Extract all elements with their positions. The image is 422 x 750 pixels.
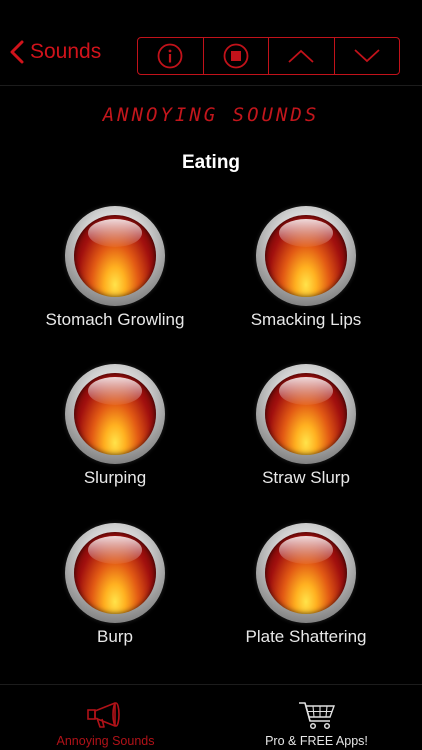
sound-button-stomach-growling[interactable]: Stomach Growling: [25, 206, 205, 330]
next-button[interactable]: [335, 38, 400, 74]
tab-label: Annoying Sounds: [56, 734, 155, 748]
orb-button[interactable]: [256, 206, 356, 306]
sound-button-burp[interactable]: Burp: [25, 523, 205, 647]
sound-label: Burp: [97, 627, 133, 646]
stop-button[interactable]: [204, 38, 269, 74]
navigation-bar: Sounds: [0, 0, 422, 86]
sound-label: Stomach Growling: [45, 310, 185, 329]
info-button[interactable]: [138, 38, 204, 74]
stop-icon: [223, 43, 249, 69]
chevron-down-icon: [354, 49, 380, 63]
tab-pro-free-apps[interactable]: Pro & FREE Apps!: [211, 685, 422, 750]
brand-title: ANNOYING SOUNDS: [102, 104, 320, 126]
sound-button-smacking-lips[interactable]: Smacking Lips: [216, 206, 396, 330]
back-label: Sounds: [30, 40, 102, 63]
sound-button-plate-shattering[interactable]: Plate Shattering: [216, 523, 396, 647]
back-button[interactable]: Sounds: [10, 40, 101, 64]
sound-button-slurping[interactable]: Slurping: [25, 364, 205, 488]
sound-button-straw-slurp[interactable]: Straw Slurp: [216, 364, 396, 488]
info-icon: [157, 43, 183, 69]
chevron-up-icon: [288, 49, 314, 63]
sound-label: Straw Slurp: [262, 468, 350, 487]
orb-button[interactable]: [65, 364, 165, 464]
category-title: Eating: [181, 152, 241, 173]
orb-button[interactable]: [65, 523, 165, 623]
sound-label: Plate Shattering: [245, 627, 367, 646]
tab-annoying-sounds[interactable]: Annoying Sounds: [0, 685, 211, 750]
sound-label: Smacking Lips: [250, 310, 362, 329]
sound-label: Slurping: [83, 468, 147, 487]
chevron-left-icon: [10, 40, 24, 64]
playback-segmented-control: [137, 37, 400, 75]
cart-icon: [298, 702, 335, 730]
orb-button[interactable]: [256, 364, 356, 464]
megaphone-icon: [86, 702, 120, 728]
orb-button[interactable]: [256, 523, 356, 623]
previous-button[interactable]: [269, 38, 335, 74]
tab-label: Pro & FREE Apps!: [265, 734, 368, 748]
tab-bar: Annoying Sounds Pro & FREE Apps!: [0, 684, 422, 750]
orb-button[interactable]: [65, 206, 165, 306]
